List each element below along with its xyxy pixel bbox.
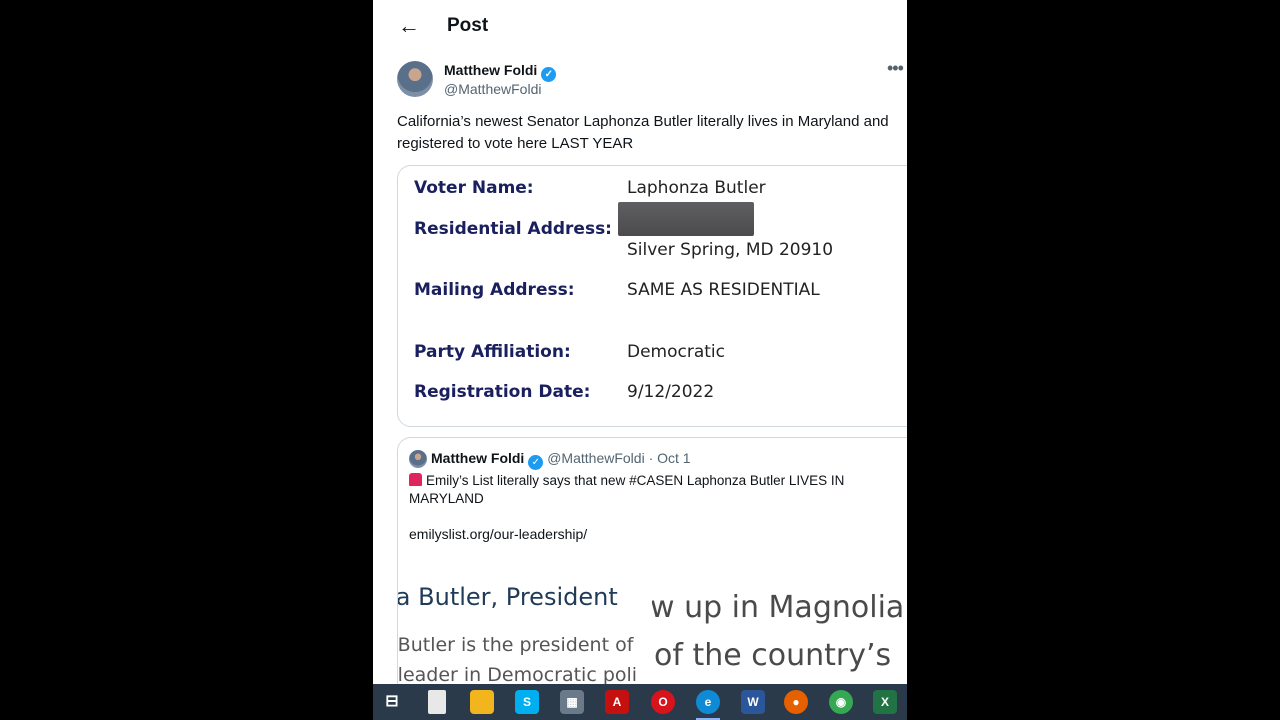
verified-badge-icon: ✓: [541, 67, 557, 82]
image-right-line-2: of the country’s: [654, 638, 892, 673]
taskbar: ⊟ S ▦ A Oe W ● ◉ X: [373, 684, 907, 720]
voter-name-label: Voter Name:: [414, 178, 534, 198]
file-icon[interactable]: [428, 690, 446, 714]
quoted-avatar: [409, 450, 427, 468]
quoted-date: · Oct 1: [648, 450, 691, 466]
word-icon[interactable]: W: [741, 690, 765, 714]
firefox-icon[interactable]: ●: [784, 690, 808, 714]
chrome-icon[interactable]: ◉: [829, 690, 853, 714]
quoted-post[interactable]: Matthew Foldi ✓ @MatthewFoldi · Oct 1 Emi…: [397, 437, 907, 720]
quoted-handle: @MatthewFoldi: [547, 450, 645, 466]
residential-address-label: Residential Address:: [414, 219, 612, 239]
voter-name-value: Laphonza Butler: [627, 178, 766, 198]
author-name[interactable]: Matthew Foldi ✓: [444, 62, 557, 82]
skype-icon[interactable]: S: [515, 690, 539, 714]
redaction-box: [618, 202, 754, 236]
verified-badge-icon: ✓: [528, 455, 544, 470]
quoted-text: Emily’s List literally says that new #CA…: [409, 472, 889, 508]
registration-date-value: 9/12/2022: [627, 382, 715, 402]
party-affiliation-label: Party Affiliation:: [414, 342, 571, 362]
party-affiliation-value: Democratic: [627, 342, 725, 362]
voter-record-image[interactable]: Voter Name: Laphonza Butler Residential …: [397, 165, 907, 427]
app-window: ← Post Matthew Foldi ✓ @MatthewFoldi ••• …: [373, 0, 907, 720]
author-handle[interactable]: @MatthewFoldi: [444, 81, 541, 97]
quoted-author-name: Matthew Foldi: [431, 450, 525, 466]
image-right-line-1: w up in Magnolia: [652, 590, 905, 625]
residential-address-value: Silver Spring, MD 20910: [627, 240, 834, 260]
opera-icon[interactable]: O: [651, 690, 675, 714]
calculator-icon[interactable]: ▦: [560, 690, 584, 714]
acrobat-icon[interactable]: A: [605, 690, 629, 714]
more-options-icon[interactable]: •••: [887, 58, 904, 79]
registration-date-label: Registration Date:: [414, 382, 591, 402]
mailing-address-label: Mailing Address:: [414, 280, 575, 300]
image-left-line-1: a Butler is the president of: [398, 634, 634, 656]
post-text: California’s newest Senator Laphonza But…: [397, 113, 889, 152]
image-left-heading: nza Butler, President: [398, 583, 618, 611]
quoted-link[interactable]: emilyslist.org/our-leadership/: [409, 526, 587, 542]
post-header: ← Post: [373, 0, 907, 52]
mailing-address-value: SAME AS RESIDENTIAL: [627, 280, 820, 300]
file-explorer-icon[interactable]: [470, 690, 494, 714]
edge-icon[interactable]: e: [696, 690, 720, 720]
siren-icon: [409, 473, 422, 486]
author-name-text[interactable]: Matthew Foldi: [444, 62, 537, 78]
avatar[interactable]: [397, 61, 433, 97]
image-left-line-2: a leader in Democratic poli: [398, 664, 638, 686]
task-view-icon[interactable]: ⊟: [380, 690, 404, 714]
quoted-text-body: Emily’s List literally says that new #CA…: [409, 473, 845, 506]
page-title: Post: [447, 15, 489, 36]
back-arrow-icon[interactable]: ←: [397, 14, 421, 38]
quoted-header: Matthew Foldi ✓ @MatthewFoldi · Oct 1: [431, 450, 691, 470]
excel-icon[interactable]: X: [873, 690, 897, 714]
